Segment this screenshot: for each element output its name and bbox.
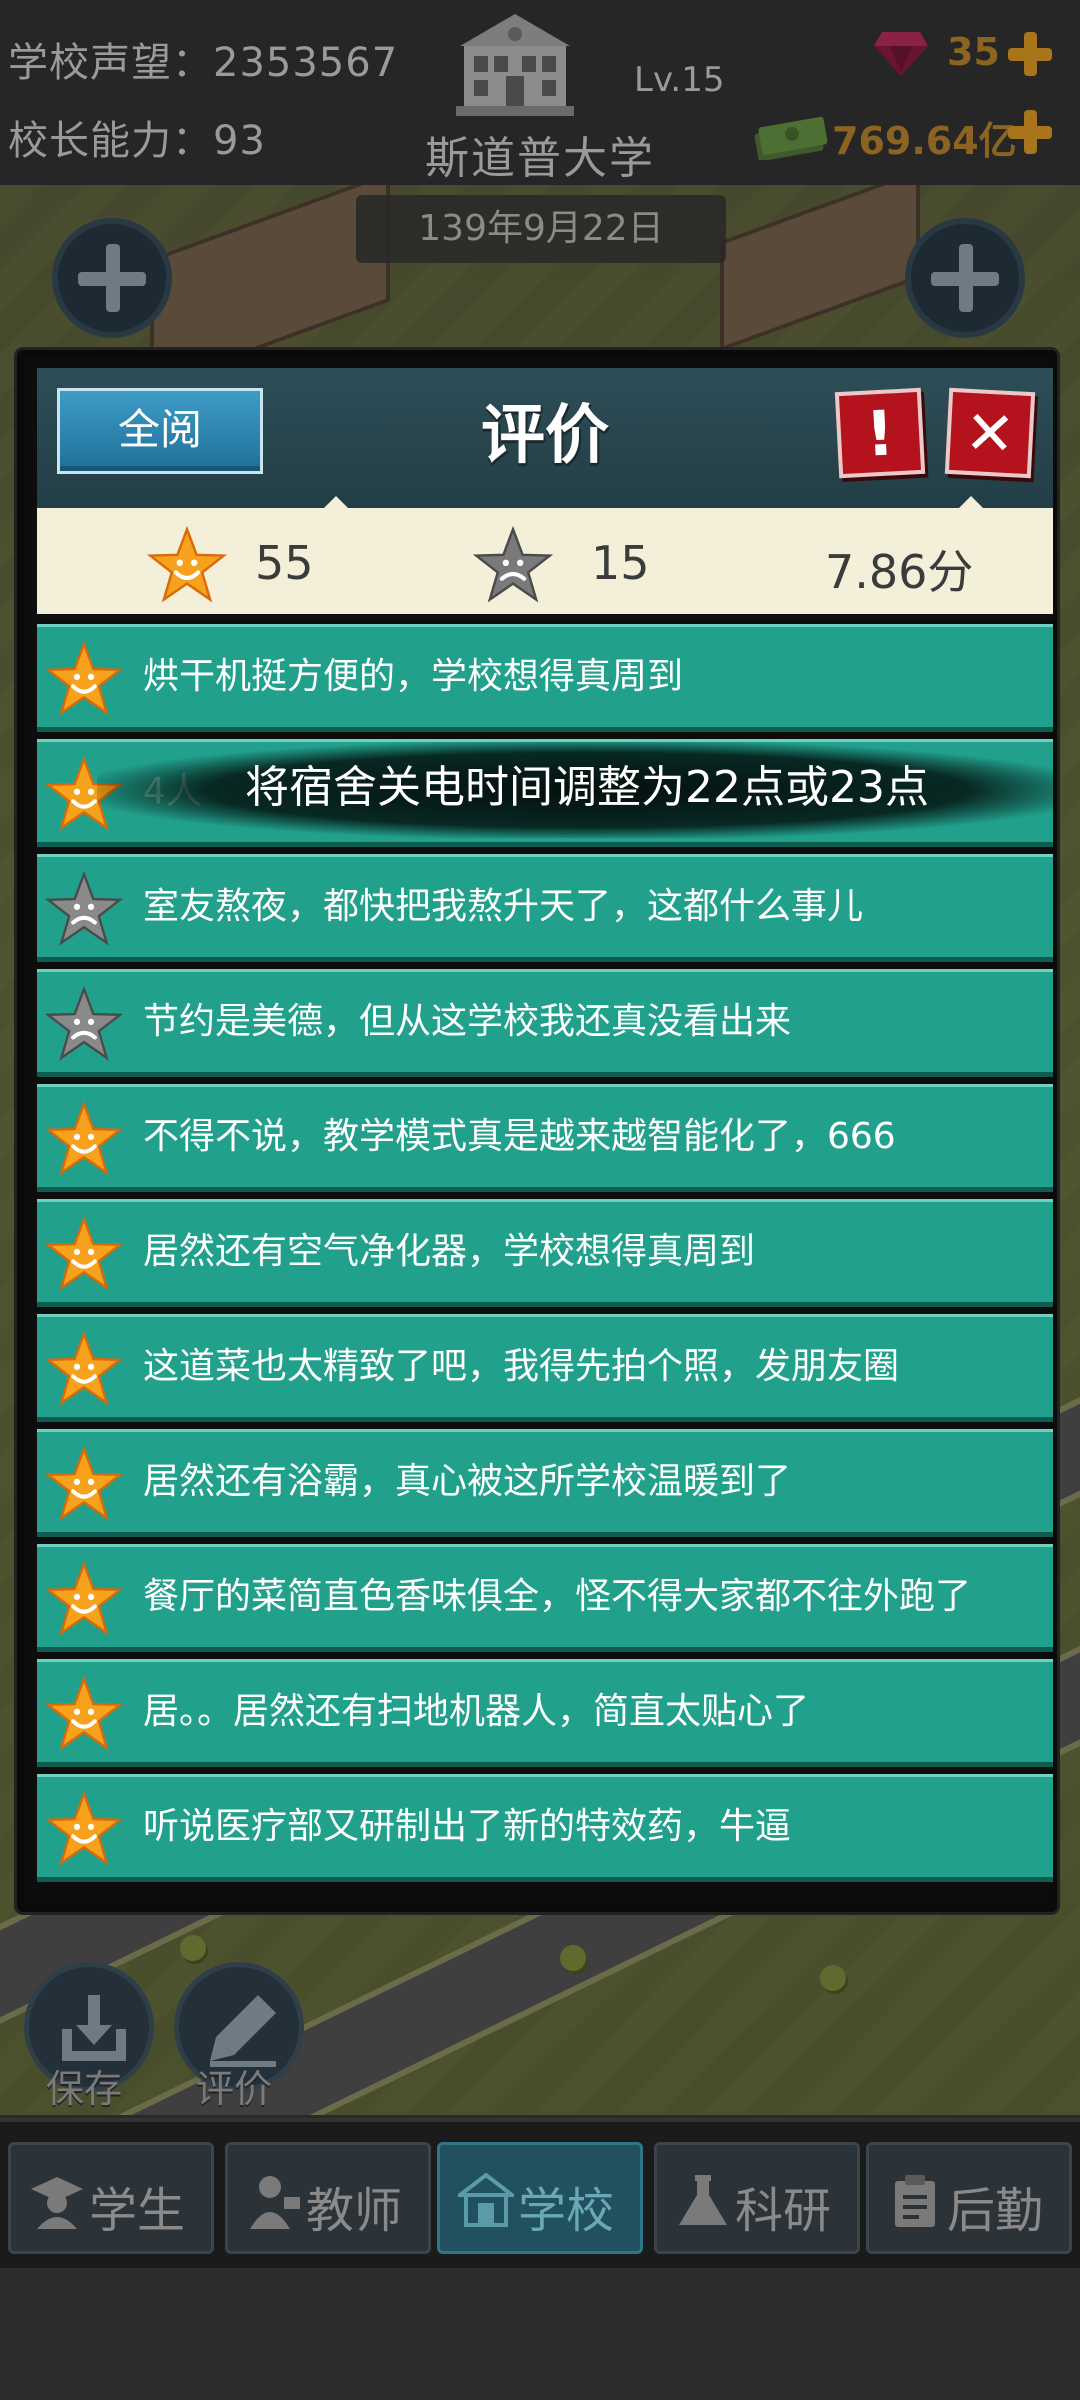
review-item[interactable]: 居然还有空气净化器，学校想得真周到 (37, 1199, 1053, 1307)
gem-icon (874, 32, 928, 76)
sad-star-icon (45, 871, 123, 946)
gem-count: 35 (947, 30, 1000, 74)
smiling-star-icon (45, 1791, 123, 1866)
report-button[interactable]: ! (834, 387, 926, 479)
tab-label: 后勤 (947, 2183, 1044, 2239)
review-item[interactable]: 烘干机挺方便的，学校想得真周到 (37, 624, 1053, 732)
top-status-bar: 学校声望：2353567 校长能力：93 Lv.15 斯道普大学 35 769.… (0, 0, 1080, 185)
review-text: 这道菜也太精致了吧，我得先拍个照，发朋友圈 (143, 1346, 900, 1387)
map-building (720, 185, 920, 352)
review-text: 节约是美德，但从这学校我还真没看出来 (143, 1001, 792, 1042)
map-tree (560, 1945, 586, 1971)
school-level: Lv.15 (634, 60, 725, 100)
review-text: 听说医疗部又研制出了新的特效药，牛逼 (143, 1806, 792, 1847)
download-icon (62, 1995, 126, 2061)
reviews-dialog: 全阅 评价 ! ✕ 55 15 7.86分 烘干机挺方便的，学校想得真周到4人室… (17, 350, 1057, 1912)
smiling-star-icon (45, 1216, 123, 1291)
tab-label: 学生 (89, 2183, 186, 2239)
tab-school[interactable]: 学校 (437, 2142, 643, 2254)
build-plus-button-left[interactable] (52, 218, 172, 338)
review-item[interactable]: 餐厅的菜简直色香味俱全，怪不得大家都不往外跑了 (37, 1544, 1053, 1652)
sad-star-icon (45, 986, 123, 1061)
game-date: 139年9月22日 (356, 195, 726, 263)
school-reputation: 学校声望：2353567 (8, 40, 399, 86)
save-label: 保存 (46, 2067, 123, 2111)
smiling-star-icon (45, 1331, 123, 1406)
review-item[interactable]: 听说医疗部又研制出了新的特效药，牛逼 (37, 1774, 1053, 1882)
review-text: 餐厅的菜简直色香味俱全，怪不得大家都不往外跑了 (143, 1576, 972, 1617)
tab-label: 科研 (735, 2183, 832, 2239)
smiling-star-icon (45, 1676, 123, 1751)
dialog-header: 全阅 评价 ! ✕ (37, 368, 1053, 516)
teacher-icon (250, 2176, 300, 2229)
school-icon (458, 2173, 514, 2227)
money-icon (754, 116, 828, 160)
average-score: 7.86分 (825, 545, 974, 599)
money-count: 769.64亿 (832, 119, 1017, 163)
system-bottom-area (0, 2268, 1080, 2400)
review-list[interactable]: 烘干机挺方便的，学校想得真周到4人室友熬夜，都快把我熬升天了，这都什么事儿节约是… (37, 624, 1053, 1894)
rating-summary: 55 15 7.86分 (37, 496, 1053, 620)
review-tooltip: 将宿舍关电时间调整为22点或23点 (97, 742, 1053, 838)
review-text: 室友熬夜，都快把我熬升天了，这都什么事儿 (143, 886, 864, 927)
review-item[interactable]: 节约是美德，但从这学校我还真没看出来 (37, 969, 1053, 1077)
bottom-navigation: 学生 教师 学校 科研 后勤 (0, 2118, 1080, 2268)
review-item[interactable]: 居。。居然还有扫地机器人，简直太贴心了 (37, 1659, 1053, 1767)
build-plus-button-right[interactable] (905, 218, 1025, 338)
flask-icon (679, 2175, 727, 2225)
smiling-star-icon (45, 1446, 123, 1521)
tab-label: 学校 (518, 2183, 615, 2239)
smiling-star-icon (45, 641, 123, 716)
smiling-star-icon (45, 1561, 123, 1636)
student-icon (31, 2177, 83, 2229)
tab-students[interactable]: 学生 (8, 2142, 214, 2254)
review-text: 居然还有浴霸，真心被这所学校温暖到了 (143, 1461, 792, 1502)
smiling-star-icon (45, 1101, 123, 1176)
tab-logistics[interactable]: 后勤 (866, 2142, 1072, 2254)
summary-notch (957, 496, 985, 510)
smiling-star-icon (147, 526, 227, 603)
bad-review-count: 15 (591, 536, 650, 590)
review-text: 居然还有空气净化器，学校想得真周到 (143, 1231, 756, 1272)
school-building-icon[interactable] (450, 10, 580, 120)
review-text: 不得不说，教学模式真是越来越智能化了，666 (143, 1116, 896, 1157)
tab-teachers[interactable]: 教师 (225, 2142, 431, 2254)
review-item[interactable]: 不得不说，教学模式真是越来越智能化了，666 (37, 1084, 1053, 1192)
review-item[interactable]: 室友熬夜，都快把我熬升天了，这都什么事儿 (37, 854, 1053, 962)
good-review-count: 55 (255, 536, 314, 590)
review-text: 居。。居然还有扫地机器人，简直太贴心了 (143, 1691, 810, 1732)
add-money-button[interactable] (1006, 108, 1054, 156)
pencil-icon (210, 1995, 276, 2067)
add-gems-button[interactable] (1006, 30, 1054, 78)
summary-notch (322, 496, 350, 510)
close-button[interactable]: ✕ (944, 387, 1036, 479)
review-label: 评价 (196, 2067, 273, 2111)
map-tree (180, 1935, 206, 1961)
map-tree (820, 1965, 846, 1991)
review-text: 烘干机挺方便的，学校想得真周到 (143, 656, 684, 697)
review-item[interactable]: 居然还有浴霸，真心被这所学校温暖到了 (37, 1429, 1053, 1537)
tab-research[interactable]: 科研 (654, 2142, 860, 2254)
sad-star-icon (473, 526, 553, 603)
tab-label: 教师 (306, 2183, 403, 2239)
clipboard-icon (895, 2175, 935, 2227)
review-item[interactable]: 这道菜也太精致了吧，我得先拍个照，发朋友圈 (37, 1314, 1053, 1422)
